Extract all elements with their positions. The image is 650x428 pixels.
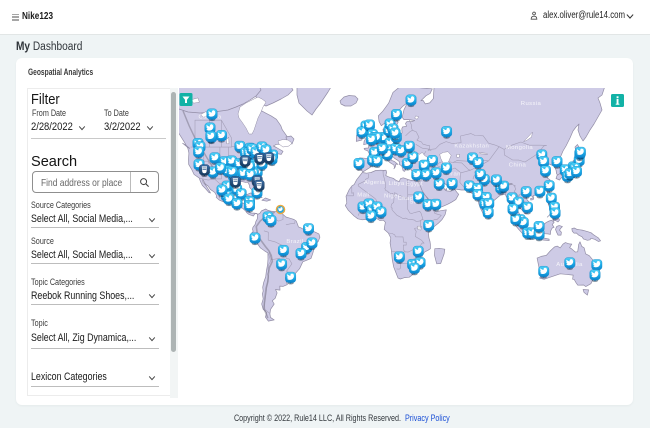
svg-text:Kazakhstan: Kazakhstan: [454, 144, 489, 150]
svg-text:Chad: Chad: [398, 196, 414, 202]
svg-text:Libya: Libya: [388, 181, 404, 187]
svg-text:China: China: [509, 163, 527, 169]
svg-text:Algeria: Algeria: [364, 180, 385, 186]
svg-text:Russia: Russia: [521, 101, 542, 107]
svg-text:Brazil: Brazil: [286, 239, 303, 245]
svg-text:Egypt: Egypt: [406, 182, 423, 188]
svg-text:Mongolia: Mongolia: [506, 145, 533, 151]
svg-text:Mali: Mali: [357, 193, 369, 199]
